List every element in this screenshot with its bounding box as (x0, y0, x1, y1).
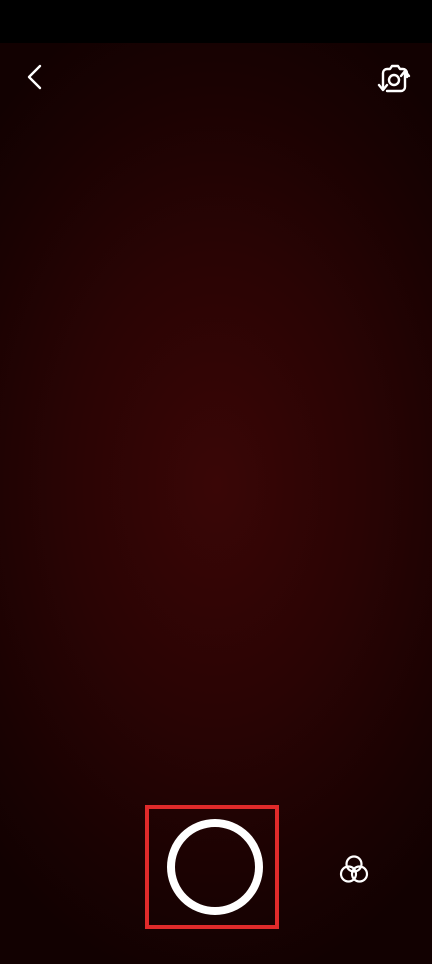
flip-camera-button[interactable] (372, 58, 416, 102)
filters-icon (339, 855, 369, 883)
shutter-button[interactable] (167, 819, 263, 915)
camera-flip-icon (377, 64, 411, 93)
status-bar (0, 0, 432, 43)
back-button[interactable] (14, 56, 56, 98)
chevron-left-icon (27, 64, 42, 90)
effects-button[interactable] (332, 848, 376, 892)
camera-screen (0, 0, 432, 964)
